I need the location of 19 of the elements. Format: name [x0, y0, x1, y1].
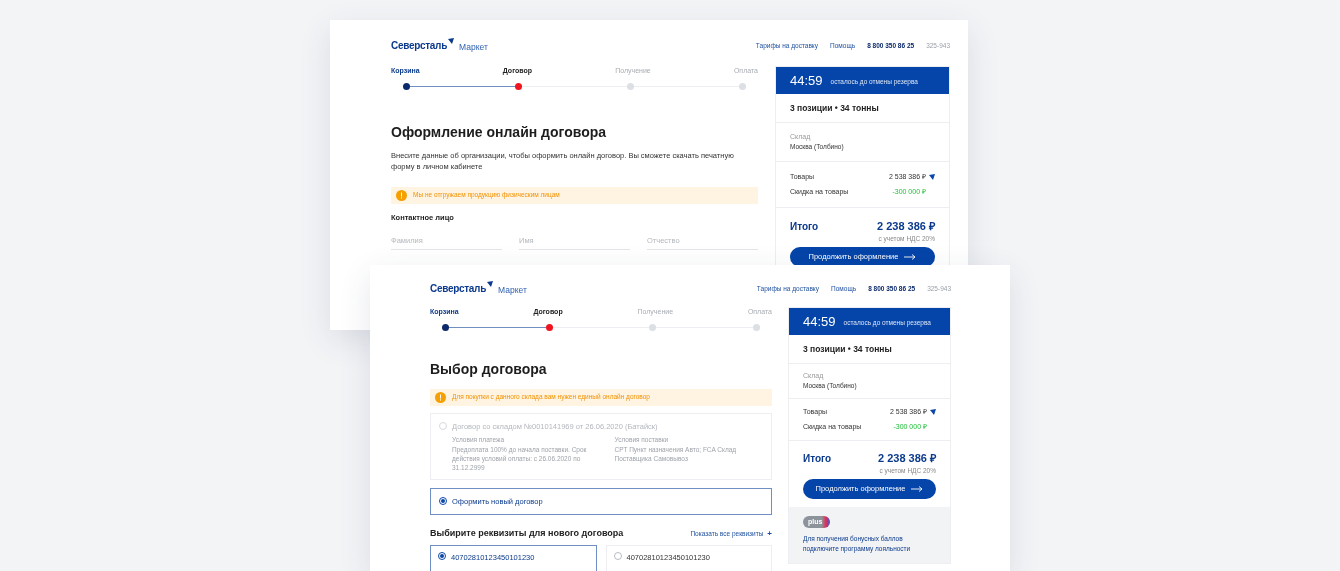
brand-suffix: Маркет	[498, 285, 527, 294]
total-value: 2 238 386 ₽	[877, 219, 935, 234]
page-title: Оформление онлайн договора	[391, 122, 608, 142]
warning-icon	[396, 189, 407, 201]
timer: 44:59	[803, 312, 836, 331]
timer: 44:59	[790, 71, 823, 90]
order-positions: 3 позиции • 34 тонны	[803, 342, 892, 356]
arrow-right-icon	[911, 485, 924, 492]
page-title: Выбор договора	[430, 359, 548, 379]
brand-logo[interactable]: Северсталь	[391, 41, 454, 51]
order-positions: 3 позиции • 34 тонны	[790, 101, 879, 115]
total-label: Итого	[803, 451, 832, 466]
total-value: 2 238 386 ₽	[878, 451, 936, 466]
arrow-right-icon	[904, 253, 917, 260]
brand-logo[interactable]: Северсталь	[430, 284, 493, 294]
section-title: Выбирите реквизиты для нового договора	[430, 526, 624, 540]
total-label: Итого	[790, 219, 819, 234]
brand-suffix: Маркет	[459, 42, 488, 51]
warning-icon	[435, 391, 446, 403]
